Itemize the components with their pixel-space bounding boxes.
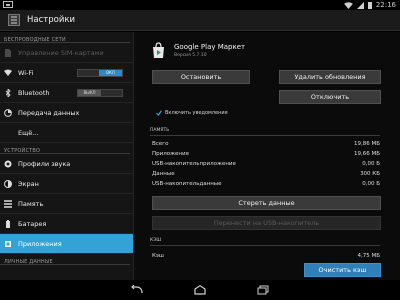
section-header-wireless: БЕСПРОВОДНЫЕ СЕТИ bbox=[0, 32, 130, 43]
row-value: 19,66 МБ bbox=[353, 150, 380, 157]
notification-icon bbox=[3, 1, 13, 8]
sidebar-item-label: Передача данных bbox=[18, 108, 80, 117]
sidebar-item-label: Батарея bbox=[18, 219, 47, 228]
signal-icon bbox=[356, 1, 364, 9]
sidebar-item-apps[interactable]: Приложения bbox=[0, 234, 133, 254]
section-header-personal: ЛИЧНЫЕ ДАННЫЕ bbox=[0, 254, 130, 265]
sidebar-item-storage[interactable]: Память bbox=[0, 194, 133, 214]
clear-data-button[interactable]: Стереть данные bbox=[152, 196, 381, 210]
data-usage-icon bbox=[4, 108, 12, 117]
memory-section-title: ПАМЯТЬ bbox=[150, 128, 380, 136]
app-version: Версия 5.7.10 bbox=[174, 53, 207, 58]
sidebar-item-wifi[interactable]: Wi-Fi ВКЛ bbox=[0, 63, 133, 83]
wifi-icon bbox=[4, 69, 12, 76]
app-name: Google Play Маркет bbox=[174, 43, 246, 51]
move-to-usb-button[interactable]: Перенести на USB-накопитель bbox=[152, 216, 381, 230]
sidebar-item-sound[interactable]: Профили звука bbox=[0, 154, 133, 174]
apps-icon bbox=[5, 240, 11, 247]
toggle-label: ВКЛ bbox=[99, 70, 122, 76]
row-label: Всего bbox=[152, 140, 169, 147]
sidebar-item-data-usage[interactable]: Передача данных bbox=[0, 103, 133, 123]
row-label: USB-накопительданные bbox=[152, 180, 222, 187]
row-label: Приложение bbox=[152, 150, 189, 157]
app-info-panel: Google Play Маркет Версия 5.7.10 Останов… bbox=[136, 32, 400, 280]
sidebar-item-label: Ещё... bbox=[18, 128, 39, 137]
row-value: 300 КБ bbox=[360, 170, 380, 177]
cache-row: Кэш 4,75 МБ bbox=[152, 251, 380, 260]
row-value: 19,86 МБ bbox=[353, 140, 380, 147]
sound-icon bbox=[4, 160, 12, 167]
sidebar-item-label: Приложения bbox=[18, 239, 62, 248]
storage-icon bbox=[4, 199, 12, 208]
notifications-label: Включить уведомления bbox=[165, 110, 228, 116]
row-value: 0,00 Б bbox=[362, 180, 380, 187]
clear-cache-button[interactable]: Очистить кэш bbox=[304, 263, 381, 277]
force-stop-button[interactable]: Остановить bbox=[152, 70, 250, 84]
home-icon[interactable] bbox=[193, 285, 207, 295]
sidebar-item-bluetooth[interactable]: Bluetooth ВЫКЛ bbox=[0, 83, 133, 103]
display-icon bbox=[4, 179, 12, 188]
sidebar-item-label: Память bbox=[18, 199, 44, 208]
wifi-icon bbox=[343, 1, 353, 9]
recent-apps-icon[interactable] bbox=[256, 285, 270, 295]
memory-row-usb-app: USB-накопительприложение 0,00 Б bbox=[152, 159, 380, 168]
row-label: Кэш bbox=[152, 252, 164, 259]
sidebar-item-label: Управление SIM-картами bbox=[18, 48, 104, 57]
wifi-toggle[interactable]: ВКЛ bbox=[77, 69, 123, 77]
sidebar-item-display[interactable]: Экран bbox=[0, 174, 133, 194]
action-bar: Настройки bbox=[0, 10, 400, 31]
memory-row-app: Приложение 19,66 МБ bbox=[152, 149, 380, 158]
page-title: Настройки bbox=[27, 15, 76, 25]
row-label: Данные bbox=[152, 170, 175, 177]
battery-icon bbox=[6, 219, 10, 228]
row-value: 4,75 МБ bbox=[357, 252, 380, 259]
checkmark-icon bbox=[156, 110, 162, 116]
battery-icon bbox=[367, 1, 372, 9]
uninstall-updates-button[interactable]: Удалить обновления bbox=[279, 70, 381, 84]
row-label: USB-накопительприложение bbox=[152, 160, 236, 167]
memory-row-usb-data: USB-накопительданные 0,00 Б bbox=[152, 179, 380, 188]
sidebar-item-label: Профили звука bbox=[18, 159, 71, 168]
sidebar-item-sim[interactable]: Управление SIM-картами bbox=[0, 43, 133, 63]
play-store-icon bbox=[153, 42, 164, 58]
toggle-label: ВЫКЛ bbox=[78, 90, 101, 96]
bluetooth-toggle[interactable]: ВЫКЛ bbox=[77, 89, 123, 97]
cache-section-title: КЭШ bbox=[150, 238, 380, 246]
back-icon[interactable] bbox=[130, 285, 144, 295]
bluetooth-icon bbox=[5, 88, 11, 97]
sidebar-item-battery[interactable]: Батарея bbox=[0, 214, 133, 234]
sidebar-item-label: Экран bbox=[18, 179, 39, 188]
row-value: 0,00 Б bbox=[362, 160, 380, 167]
status-bar: 22:16 bbox=[0, 0, 400, 10]
sidebar-item-more[interactable]: Ещё... bbox=[0, 123, 133, 143]
memory-row-data: Данные 300 КБ bbox=[152, 169, 380, 178]
notifications-checkbox[interactable]: Включить уведомления bbox=[156, 110, 228, 116]
sim-icon bbox=[5, 48, 11, 57]
settings-app-icon[interactable] bbox=[8, 14, 20, 26]
clock: 22:16 bbox=[375, 1, 396, 9]
memory-row-total: Всего 19,86 МБ bbox=[152, 139, 380, 148]
settings-sidebar: БЕСПРОВОДНЫЕ СЕТИ Управление SIM-картами… bbox=[0, 32, 134, 280]
disable-button[interactable]: Отключить bbox=[279, 90, 381, 104]
navigation-bar bbox=[0, 280, 400, 300]
app-header: Google Play Маркет Версия 5.7.10 bbox=[150, 42, 245, 59]
section-header-device: УСТРОЙСТВО bbox=[0, 143, 130, 154]
